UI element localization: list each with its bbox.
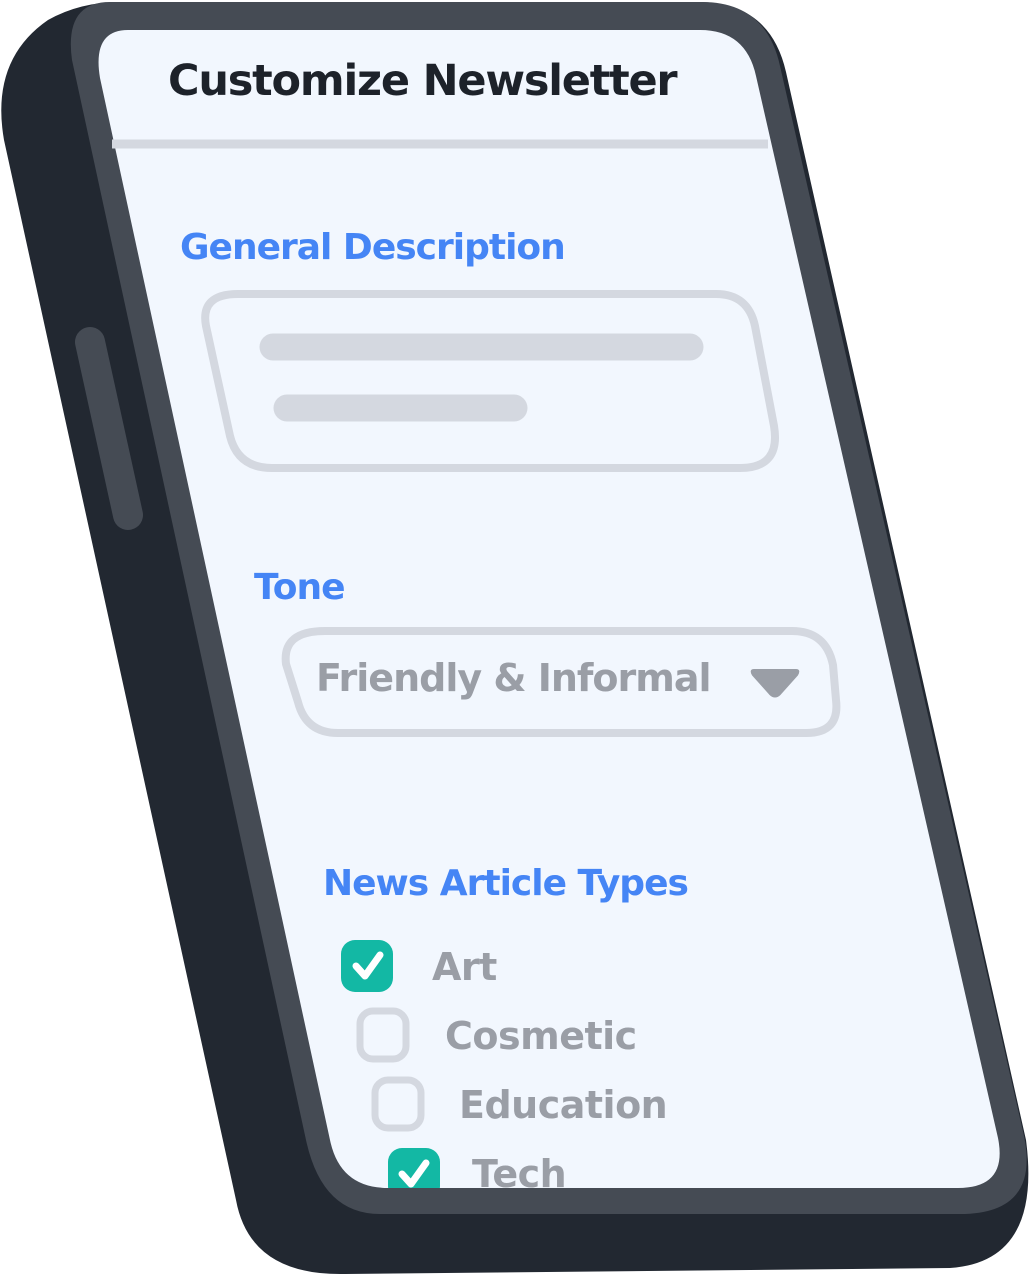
checkbox-label-tech[interactable]: Tech	[472, 1152, 566, 1188]
checkbox-label-art[interactable]: Art	[432, 945, 497, 989]
checkbox-label-education[interactable]: Education	[459, 1083, 668, 1127]
checkbox-art[interactable]	[341, 940, 393, 992]
tone-label: Tone	[254, 567, 346, 608]
page-title: Customize Newsletter	[168, 56, 678, 106]
general-description-label: General Description	[180, 227, 566, 268]
article-types-label: News Article Types	[323, 863, 689, 904]
tone-selected-value: Friendly & Informal	[316, 656, 712, 700]
checkbox-label-cosmetic[interactable]: Cosmetic	[445, 1014, 637, 1058]
